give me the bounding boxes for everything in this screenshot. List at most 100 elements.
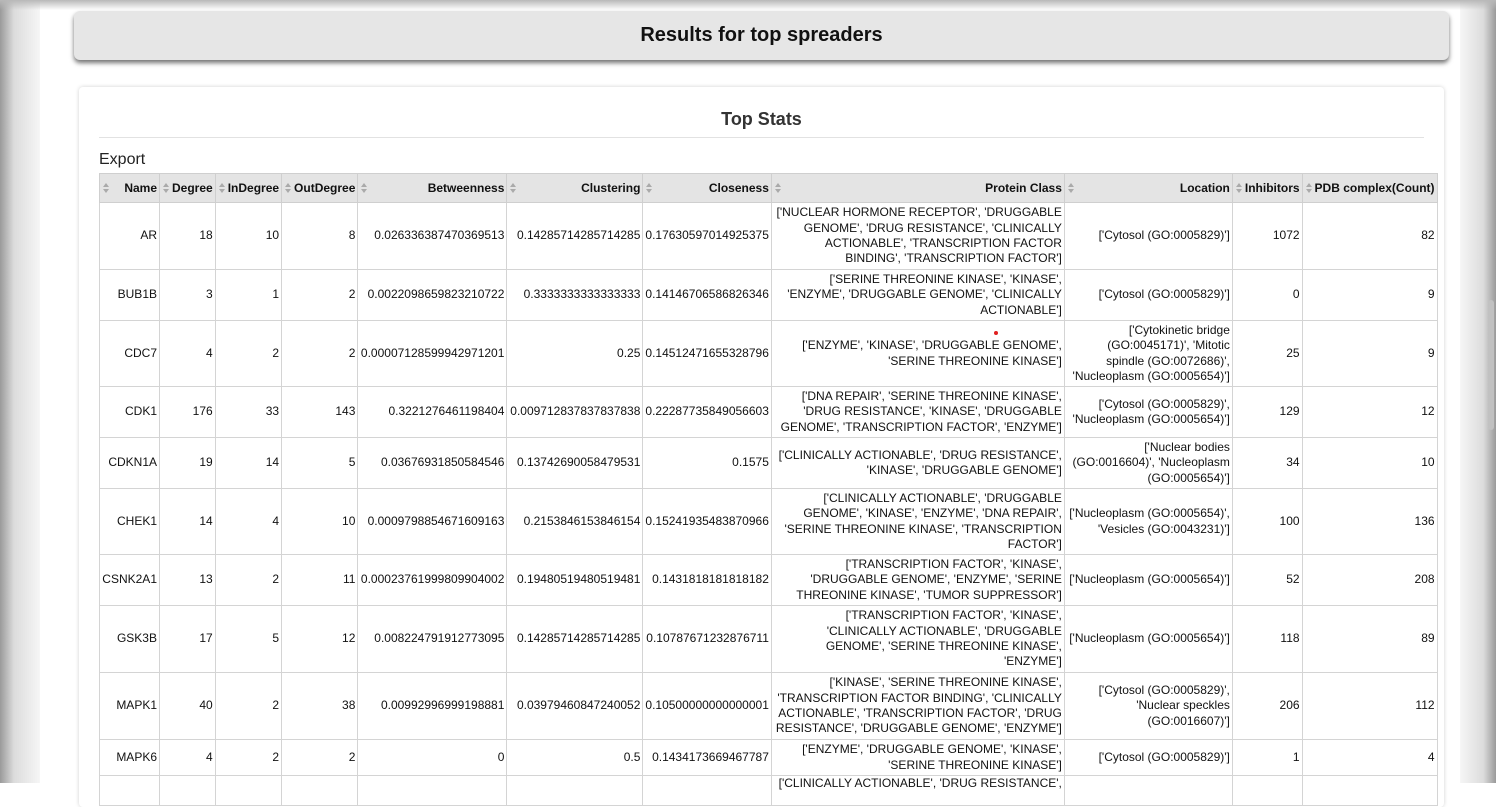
left-page-shadow (0, 0, 40, 783)
table-header-row: Name Degree InDegree OutDegree Betweenness Cl… (99, 173, 1438, 203)
sort-icon[interactable] (360, 183, 368, 195)
table-row[interactable]: CDKN1A 19 14 5 0.03676931850584546 0.13742690… (99, 437, 1438, 489)
cell-betweenness: 0.03676931850584546 (357, 437, 508, 489)
column-header-pdb-complex-count[interactable]: PDB complex(Count) (1301, 173, 1438, 203)
cell-protein-class: ['CLINICALLY ACTIONABLE', 'DRUG RESISTAN… (770, 437, 1065, 489)
column-header-closeness[interactable]: Closeness (642, 173, 772, 203)
results-header: Results for top spreaders (74, 11, 1449, 60)
scrollbar-thumb[interactable] (1488, 300, 1494, 430)
cell-indegree: 2 (214, 320, 283, 387)
table-row[interactable]: AR 18 10 8 0.026336387470369513 0.14285714285… (99, 202, 1438, 270)
cell-indegree: 2 (214, 672, 283, 740)
cell-pdb-complex-count: 12 (1301, 386, 1438, 438)
cell-closeness: 0.14512471655328796 (642, 320, 772, 387)
cell-inhibitors: 129 (1231, 386, 1303, 438)
cell-betweenness: 0.00023761999809904002 (357, 554, 508, 606)
table-row[interactable]: GSK3B 17 5 12 0.008224791912773095 0.14285714… (99, 605, 1438, 673)
column-header-inhibitors[interactable]: Inhibitors (1231, 173, 1303, 203)
cell-closeness: 0.1575 (642, 437, 772, 489)
table-row[interactable]: CHEK1 14 4 10 0.0009798854671609163 0.2153846… (99, 488, 1438, 555)
sort-icon[interactable] (284, 183, 292, 195)
cell-location: ['Cytosol (GO:0005829)'] (1063, 202, 1233, 270)
cell-betweenness: 0.0009798854671609163 (357, 488, 508, 555)
cell-inhibitors: 25 (1231, 320, 1303, 387)
cell-location: ['Nuclear bodies (GO:0016604)', 'Nucleop… (1063, 437, 1233, 489)
cell-outdegree: 11 (281, 554, 359, 606)
cell-degree: 17 (159, 605, 216, 673)
sort-icon[interactable] (1067, 183, 1075, 195)
cell-degree: 19 (159, 437, 216, 489)
table-body: AR 18 10 8 0.026336387470369513 0.14285714285… (99, 202, 1438, 806)
cell-outdegree: 38 (281, 672, 359, 740)
cell-clustering: 0.3333333333333333 (506, 269, 644, 321)
cell-pdb-complex-count: 136 (1301, 488, 1438, 555)
sort-icon[interactable] (162, 183, 170, 195)
column-header-indegree[interactable]: InDegree (214, 173, 283, 203)
sort-icon[interactable] (1305, 183, 1313, 195)
cell-pdb-complex-count: 208 (1301, 554, 1438, 606)
cell-pdb-complex-count: 10 (1301, 437, 1438, 489)
cell-closeness: 0.1434173669467787 (642, 739, 772, 776)
cell-outdegree: 10 (281, 488, 359, 555)
cell-pdb-complex-count: 112 (1301, 672, 1438, 740)
table-row[interactable]: BUB1B 3 1 2 0.0022098659823210722 0.333333333… (99, 269, 1438, 321)
cell-location: ['Nucleoplasm (GO:0005654)'] (1063, 554, 1233, 606)
column-header-name[interactable]: Name (99, 173, 160, 203)
column-header-label: Degree (172, 181, 213, 195)
cell-location: ['Cytosol (GO:0005829)', 'Nuclear speckl… (1063, 672, 1233, 740)
cell-outdegree: 2 (281, 269, 359, 321)
cell-clustering: 0.03979460847240052 (506, 672, 644, 740)
column-header-clustering[interactable]: Clustering (506, 173, 644, 203)
cell-outdegree: 2 (281, 320, 359, 387)
sort-icon[interactable] (774, 183, 782, 195)
cell-name: CDK1 (99, 386, 160, 438)
cell-indegree: 14 (214, 437, 283, 489)
cell-name: GSK3B (99, 605, 160, 673)
cell-betweenness: 0.0022098659823210722 (357, 269, 508, 321)
sort-icon[interactable] (645, 183, 653, 195)
cell-clustering: 0.13742690058479531 (506, 437, 644, 489)
table-row[interactable]: CDC7 4 2 2 0.00007128599942971201 0.25 0.14512… (99, 320, 1438, 387)
cell-inhibitors: 118 (1231, 605, 1303, 673)
column-header-outdegree[interactable]: OutDegree (281, 173, 359, 203)
cell-pdb-complex-count: 82 (1301, 202, 1438, 270)
cell-clustering (506, 775, 644, 806)
cell-clustering: 0.14285714285714285 (506, 605, 644, 673)
cell-location: ['Cytokinetic bridge (GO:0045171)', 'Mit… (1063, 320, 1233, 387)
cell-pdb-complex-count: 9 (1301, 320, 1438, 387)
top-page-shadow (0, 0, 1496, 10)
cell-name: CSNK2A1 (99, 554, 160, 606)
column-header-degree[interactable]: Degree (159, 173, 216, 203)
cell-degree: 4 (159, 320, 216, 387)
cell-protein-class: ['KINASE', 'SERINE THREONINE KINASE', 'T… (770, 672, 1065, 740)
column-header-location[interactable]: Location (1063, 173, 1233, 203)
cell-closeness: 0.17630597014925375 (642, 202, 772, 270)
sort-icon[interactable] (509, 183, 517, 195)
cell-closeness: 0.14146706586826346 (642, 269, 772, 321)
column-header-label: OutDegree (294, 181, 356, 195)
sort-icon[interactable] (102, 183, 110, 195)
top-stats-table: Name Degree InDegree OutDegree Betweenness Cl… (99, 173, 1438, 806)
column-header-label: Protein Class (985, 181, 1062, 195)
cell-betweenness: 0.3221276461198404 (357, 386, 508, 438)
cell-pdb-complex-count: 89 (1301, 605, 1438, 673)
cell-indegree: 10 (214, 202, 283, 270)
column-header-betweenness[interactable]: Betweenness (357, 173, 508, 203)
sort-icon[interactable] (218, 183, 226, 195)
column-header-label: PDB complex(Count) (1314, 181, 1435, 195)
cell-location: ['Nucleoplasm (GO:0005654)', 'Vesicles (… (1063, 488, 1233, 555)
cell-inhibitors: 0 (1231, 269, 1303, 321)
cell-indegree (214, 775, 283, 806)
table-row[interactable]: MAPK1 40 2 38 0.00992996999198881 0.039794608… (99, 672, 1438, 740)
column-header-protein-class[interactable]: Protein Class (770, 173, 1065, 203)
cell-name: BUB1B (99, 269, 160, 321)
cell-protein-class: ['SERINE THREONINE KINASE', 'KINASE', 'E… (770, 269, 1065, 321)
table-row[interactable]: ['CLINICALLY ACTIONABLE', 'DRUG RESISTAN… (99, 775, 1438, 806)
table-row[interactable]: CDK1 176 33 143 0.3221276461198404 0.00971283… (99, 386, 1438, 438)
table-row[interactable]: MAPK6 4 2 2 0 0.5 0.1434173669467787 ['ENZYME',… (99, 739, 1438, 776)
export-button[interactable]: Export (99, 151, 145, 169)
cell-name: CDKN1A (99, 437, 160, 489)
cell-outdegree: 143 (281, 386, 359, 438)
sort-icon[interactable] (1235, 183, 1243, 195)
table-row[interactable]: CSNK2A1 13 2 11 0.00023761999809904002 0.1948… (99, 554, 1438, 606)
